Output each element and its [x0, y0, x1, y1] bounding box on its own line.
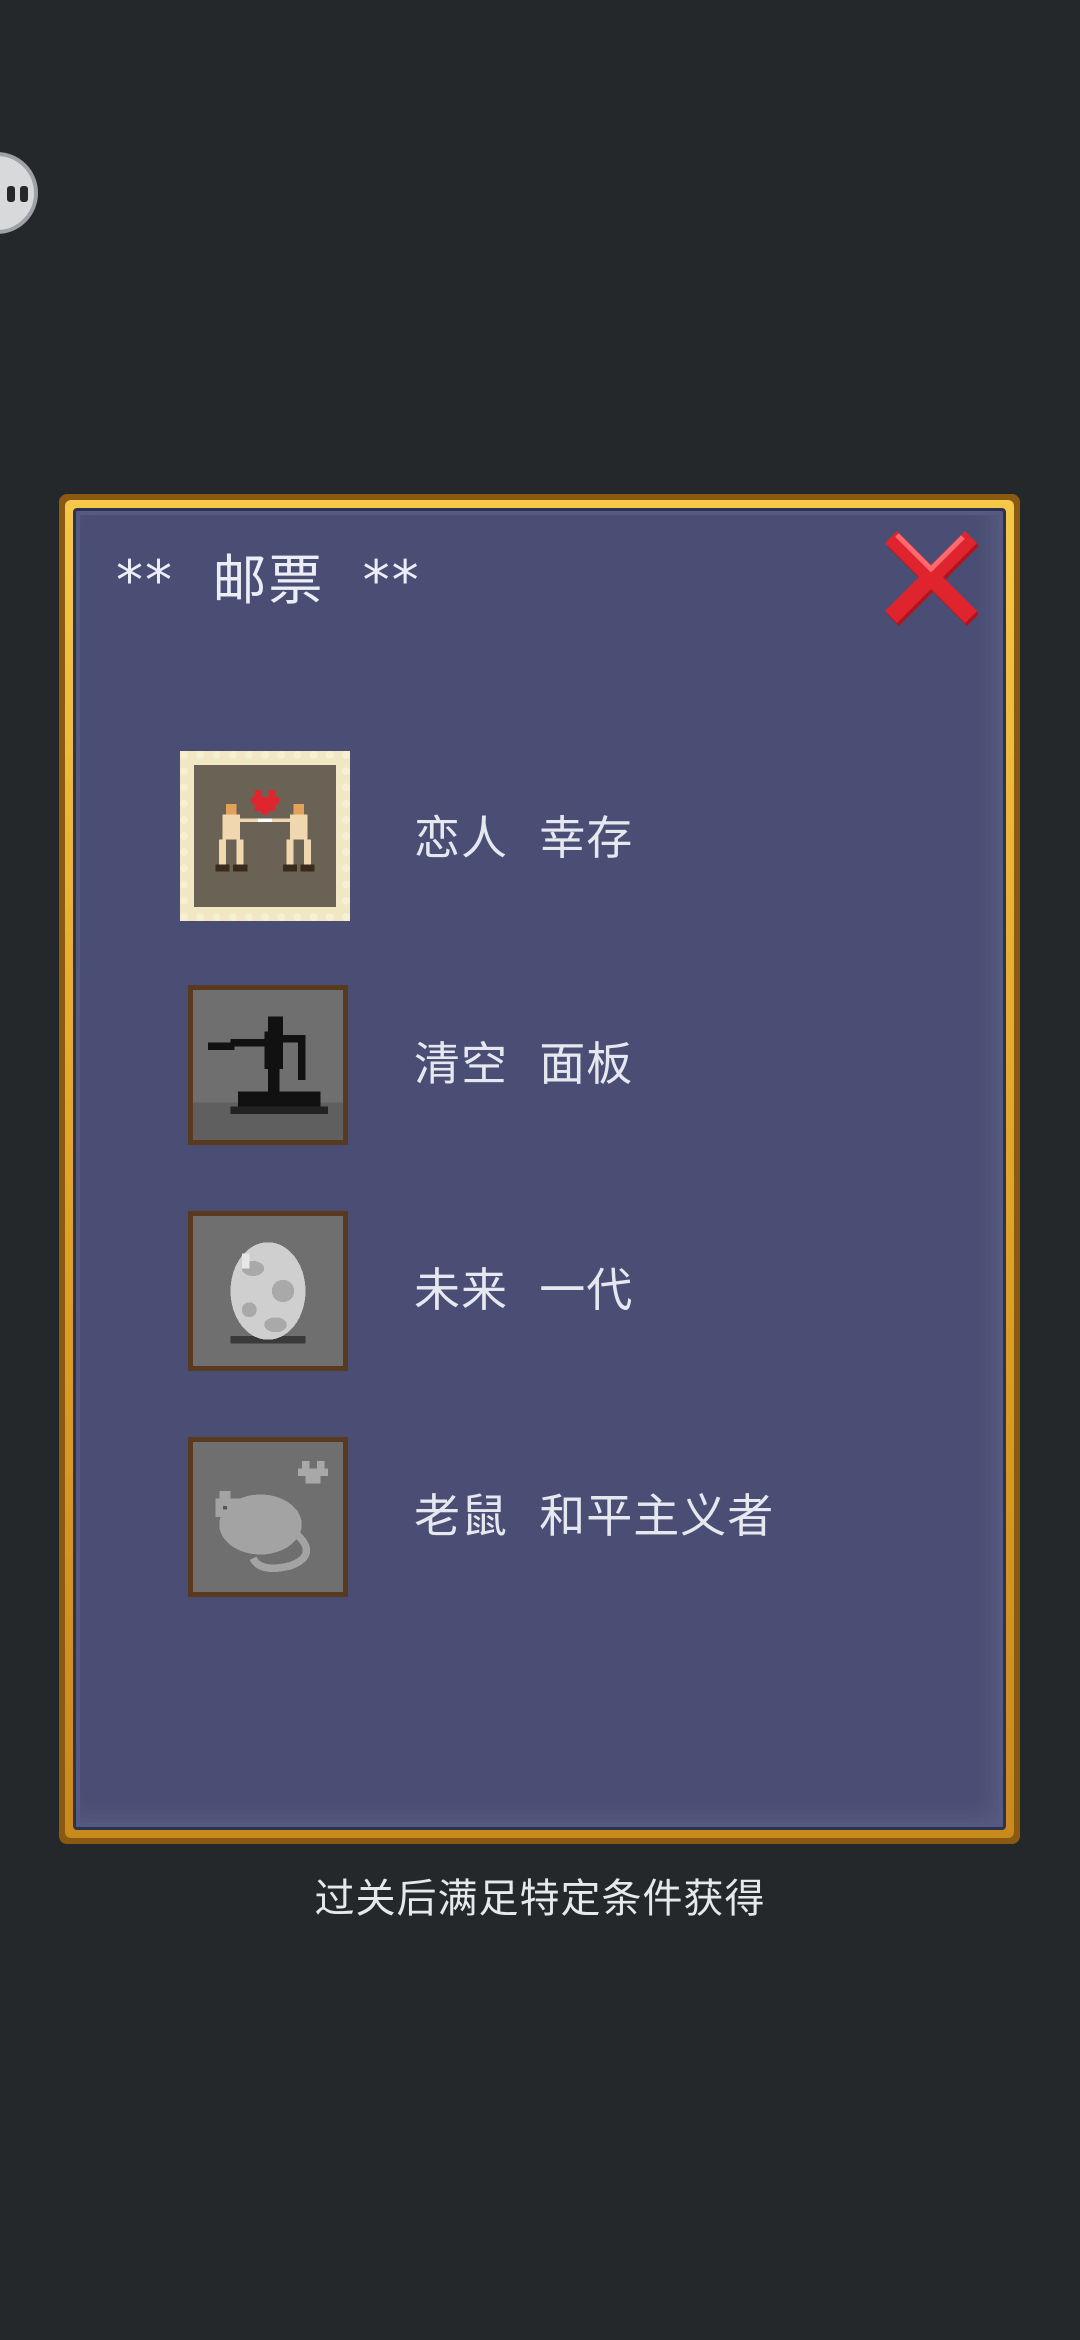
stamps-panel: ** 邮票 ** 恋人 幸存 清空 面板 未来 一代 老鼠 和平主义者: [59, 494, 1020, 1844]
stamp-label: 清空 面板: [414, 1037, 634, 1091]
unlock-hint-text: 过关后满足特定条件获得: [314, 1876, 766, 1922]
panel-title: ** 邮票 **: [116, 549, 421, 612]
close-x-icon[interactable]: [875, 519, 987, 631]
stamp-label: 未来 一代: [414, 1263, 634, 1317]
stamp-row[interactable]: 老鼠 和平主义者: [76, 1429, 1003, 1599]
stamp-row[interactable]: 未来 一代: [76, 1203, 1003, 1373]
stamp-row[interactable]: 清空 面板: [76, 977, 1003, 1147]
lovers-duel-stamp-icon[interactable]: [180, 751, 350, 921]
floating-assistant-icon[interactable]: [0, 152, 38, 234]
stamp-label: 老鼠 和平主义者: [414, 1489, 775, 1543]
stamp-label: 恋人 幸存: [414, 811, 634, 865]
game-screen: ** 邮票 ** 恋人 幸存 清空 面板 未来 一代 老鼠 和平主义者 过关后满…: [0, 0, 1080, 2340]
rat-heart-stamp-icon[interactable]: [188, 1437, 348, 1597]
bubble-eye-right: [20, 186, 28, 202]
egg-stamp-icon[interactable]: [188, 1211, 348, 1371]
panel-gold-frame: ** 邮票 ** 恋人 幸存 清空 面板 未来 一代 老鼠 和平主义者: [65, 500, 1014, 1838]
stamp-row[interactable]: 恋人 幸存: [76, 751, 1003, 921]
silhouette-figure-stamp-icon[interactable]: [188, 985, 348, 1145]
panel-body: ** 邮票 ** 恋人 幸存 清空 面板 未来 一代 老鼠 和平主义者: [73, 508, 1006, 1830]
bubble-eye-left: [7, 186, 15, 202]
